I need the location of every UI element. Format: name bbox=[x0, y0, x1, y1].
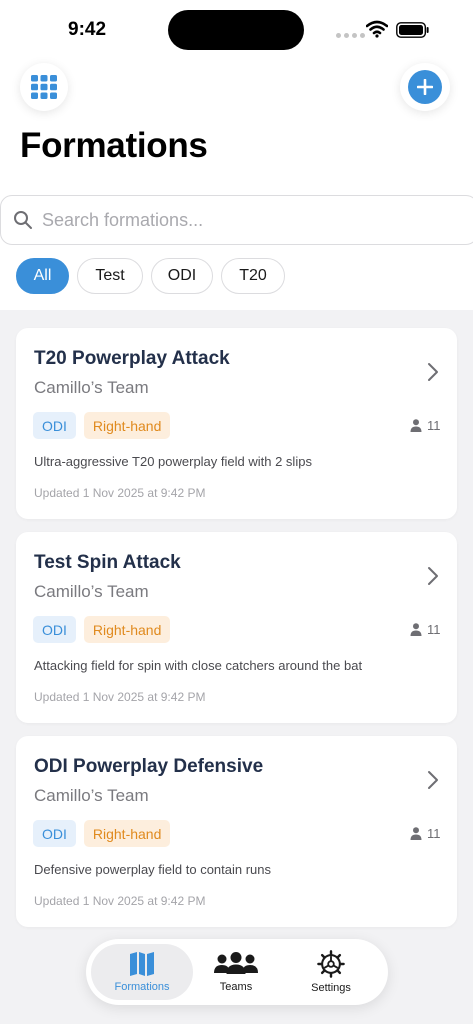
filter-chip-all[interactable]: All bbox=[16, 258, 69, 294]
formation-updated: Updated 1 Nov 2025 at 9:42 PM bbox=[34, 690, 206, 704]
status-time: 9:42 bbox=[68, 19, 107, 40]
add-formation-button[interactable] bbox=[400, 63, 450, 111]
battery-icon bbox=[396, 22, 429, 38]
player-count-value: 11 bbox=[427, 418, 441, 433]
map-icon bbox=[130, 952, 154, 976]
gear-icon bbox=[317, 950, 345, 978]
format-badge: ODI bbox=[33, 820, 76, 847]
people-icon bbox=[214, 952, 258, 974]
status-bar: 9:42 bbox=[0, 0, 473, 60]
hand-badge: Right-hand bbox=[83, 412, 171, 439]
filter-chip-t20[interactable]: T20 bbox=[221, 258, 285, 294]
player-count: 11 bbox=[410, 826, 441, 841]
chevron-right-icon bbox=[428, 771, 438, 789]
plus-icon bbox=[417, 79, 433, 95]
formation-badges: ODI Right-hand bbox=[33, 616, 171, 643]
chevron-right-icon bbox=[428, 363, 438, 381]
tab-settings[interactable]: Settings bbox=[280, 944, 382, 1000]
formation-description: Attacking field for spin with close catc… bbox=[34, 658, 363, 673]
wifi-icon bbox=[366, 20, 388, 38]
person-icon bbox=[410, 827, 422, 840]
filter-chip-odi[interactable]: ODI bbox=[151, 258, 213, 294]
format-badge: ODI bbox=[33, 616, 76, 643]
tab-label: Settings bbox=[311, 982, 351, 994]
formation-team: Camillo’s Team bbox=[34, 786, 149, 805]
formation-team: Camillo’s Team bbox=[34, 582, 149, 601]
grid-menu-button[interactable] bbox=[20, 63, 68, 111]
formation-title: Test Spin Attack bbox=[34, 552, 181, 573]
formation-badges: ODI Right-hand bbox=[33, 412, 171, 439]
formation-updated: Updated 1 Nov 2025 at 9:42 PM bbox=[34, 894, 206, 908]
formation-team: Camillo’s Team bbox=[34, 378, 149, 397]
player-count-value: 11 bbox=[427, 826, 441, 841]
tab-label: Teams bbox=[219, 981, 253, 993]
formation-card[interactable]: ODI Powerplay Defensive Camillo’s Team O… bbox=[16, 736, 457, 927]
formation-title: ODI Powerplay Defensive bbox=[34, 756, 264, 777]
grid-icon bbox=[31, 75, 57, 99]
person-icon bbox=[410, 419, 422, 432]
filter-chip-test[interactable]: Test bbox=[77, 258, 143, 294]
formation-updated: Updated 1 Nov 2025 at 9:42 PM bbox=[34, 486, 206, 500]
chevron-right-icon bbox=[428, 567, 438, 585]
hand-badge: Right-hand bbox=[83, 820, 171, 847]
tab-label: Formations bbox=[114, 981, 170, 993]
player-count: 11 bbox=[410, 418, 441, 433]
search-bar[interactable] bbox=[0, 195, 473, 245]
formation-card[interactable]: T20 Powerplay Attack Camillo’s Team ODI … bbox=[16, 328, 457, 519]
search-icon bbox=[14, 211, 32, 229]
person-icon bbox=[410, 623, 422, 636]
hand-badge: Right-hand bbox=[83, 616, 171, 643]
dynamic-island bbox=[168, 10, 304, 50]
player-count: 11 bbox=[410, 622, 441, 637]
formation-description: Defensive powerplay field to contain run… bbox=[34, 862, 272, 877]
format-badge: ODI bbox=[33, 412, 76, 439]
formation-badges: ODI Right-hand bbox=[33, 820, 171, 847]
formation-description: Ultra-aggressive T20 powerplay field wit… bbox=[34, 454, 312, 469]
signal-icon bbox=[336, 33, 365, 38]
formation-title: T20 Powerplay Attack bbox=[34, 348, 230, 369]
tab-formations[interactable]: Formations bbox=[91, 944, 193, 1000]
tab-bar: Formations Teams Settings bbox=[86, 939, 388, 1005]
page-title: Formations bbox=[20, 126, 208, 165]
filter-chips: All Test ODI T20 bbox=[16, 258, 285, 294]
tab-teams[interactable]: Teams bbox=[185, 944, 287, 1000]
formation-card[interactable]: Test Spin Attack Camillo’s Team ODI Righ… bbox=[16, 532, 457, 723]
player-count-value: 11 bbox=[427, 622, 441, 637]
search-input[interactable] bbox=[42, 209, 442, 231]
